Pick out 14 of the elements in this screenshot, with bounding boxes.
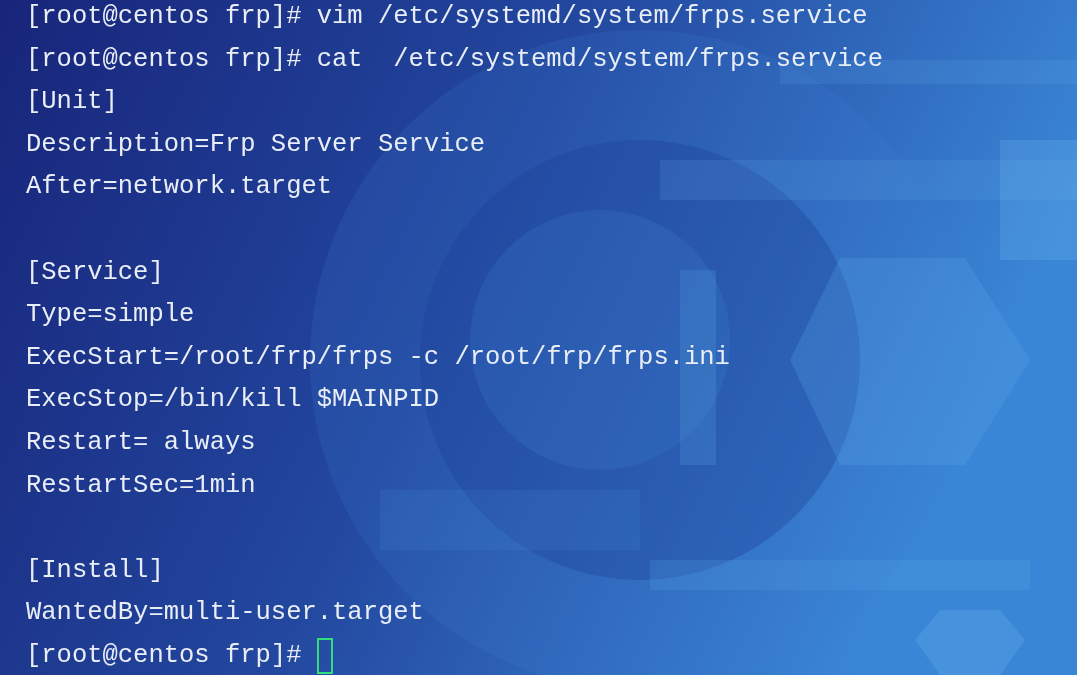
terminal-line: [Unit] [26,87,118,118]
terminal-line: [Service] [26,257,164,289]
terminal-line: Restart= always [26,427,256,459]
terminal-line: Type=simple [26,300,195,331]
terminal-line: Description=Frp Server Service [26,129,486,161]
terminal-line: RestartSec=1min [26,470,256,502]
terminal-line: ExecStart=/root/frp/frps -c /root/frp/frps.ini [26,342,730,374]
terminal-line: WantedBy=multi-user.target [26,598,424,629]
terminal-line: [Install] [26,555,164,587]
terminal-line: ExecStop=/bin/kill $MAINPID [26,385,440,416]
terminal-line: [root@centos frp]# cat /etc/systemd/system/frps.service [26,44,883,76]
terminal-line: [root@centos frp]# vim /etc/systemd/system/frps.service [26,2,868,33]
terminal-line: After=network.target [26,172,333,203]
terminal-line: [root@centos frp]# [26,640,303,672]
